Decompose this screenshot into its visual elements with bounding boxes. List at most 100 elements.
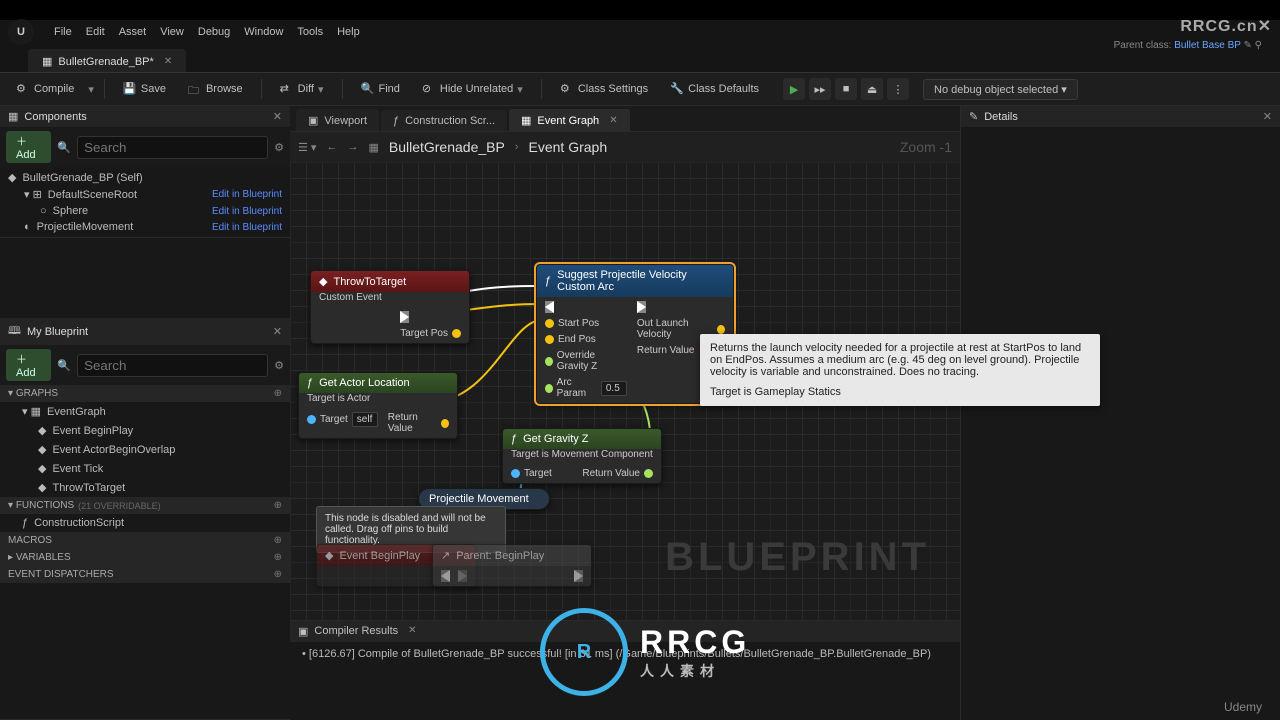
tab-viewport[interactable]: ▣ Viewport [296, 109, 379, 131]
menu-debug[interactable]: Debug [198, 26, 230, 38]
parent-class-label: Parent class: Bullet Base BP ✎ ⚲ [1114, 40, 1262, 51]
edit-in-blueprint-link[interactable]: Edit in Blueprint [212, 189, 282, 200]
parent-class-link[interactable]: Bullet Base BP [1174, 40, 1241, 51]
section-dispatchers[interactable]: EVENT DISPATCHERS⊕ [0, 566, 290, 583]
pin-start-pos[interactable]: Start Pos [545, 318, 627, 329]
edit-in-blueprint-link[interactable]: Edit in Blueprint [212, 206, 282, 217]
node-throw-to-target[interactable]: ◆ ThrowToTarget Custom Event Target Pos [310, 270, 470, 344]
search-icon: 🔍 [361, 82, 375, 96]
breadcrumb-root[interactable]: BulletGrenade_BP [389, 139, 505, 155]
pin-arc-param[interactable]: Arc Param [545, 377, 627, 399]
function-item[interactable]: ƒ ConstructionScript [0, 514, 290, 532]
compiler-icon: ▣ [298, 625, 308, 638]
close-icon[interactable]: ✕ [164, 56, 172, 67]
unreal-logo-icon: U [8, 19, 34, 45]
graph-item[interactable]: ◆ Event Tick [0, 459, 290, 478]
details-icon: ✎ [969, 110, 978, 123]
menu-tools[interactable]: Tools [297, 26, 323, 38]
play-options[interactable]: ⋮ [887, 78, 909, 100]
class-defaults-button[interactable]: 🔧Class Defaults [662, 78, 767, 100]
step-button[interactable]: ▸▸ [809, 78, 831, 100]
compile-dropdown[interactable] [88, 83, 94, 96]
gear-icon[interactable]: ⚙ [274, 359, 284, 372]
tab-construction[interactable]: ƒ Construction Scr... [381, 110, 507, 131]
nav-back[interactable]: ← [326, 141, 337, 153]
pin-exec-in[interactable] [545, 301, 627, 313]
menu-edit[interactable]: Edit [86, 26, 105, 38]
graph-item[interactable]: ◆ Event BeginPlay [0, 421, 290, 440]
eject-button[interactable]: ⏏ [861, 78, 883, 100]
node-parent-beginplay[interactable]: ↗ Parent: BeginPlay [432, 544, 592, 587]
pin-end-pos[interactable]: End Pos [545, 334, 627, 345]
pin-exec-out[interactable] [400, 311, 461, 323]
components-title: Components [24, 111, 86, 123]
nav-forward[interactable]: → [347, 141, 358, 153]
graph-item[interactable]: ◆ ThrowToTarget [0, 478, 290, 497]
section-variables[interactable]: ▸ VARIABLES⊕ [0, 549, 290, 566]
close-icon[interactable]: ✕ [1263, 110, 1272, 123]
my-blueprint-title: My Blueprint [27, 326, 88, 338]
component-row-self[interactable]: ◆BulletGrenade_BP (Self) [4, 169, 286, 186]
menu-view[interactable]: View [160, 26, 184, 38]
diff-button[interactable]: ⇄Diff [272, 78, 332, 100]
blueprint-icon: ▦ [42, 55, 52, 68]
gear-icon: ⚙ [560, 82, 574, 96]
close-icon[interactable]: ✕ [273, 325, 282, 338]
compile-button[interactable]: ⚙Compile [8, 78, 82, 100]
nav-menu[interactable]: ☰ ▾ [298, 141, 316, 154]
pin-target[interactable]: Target self [307, 412, 378, 427]
class-settings-button[interactable]: ⚙Class Settings [552, 78, 656, 100]
pin-override-gravity[interactable]: Override Gravity Z [545, 350, 627, 372]
close-icon[interactable]: ✕ [408, 625, 416, 638]
details-panel: ✎Details✕ [960, 106, 1280, 720]
edit-in-blueprint-link[interactable]: Edit in Blueprint [212, 222, 282, 233]
wrench-icon: 🔧 [670, 82, 684, 96]
close-icon[interactable]: ✕ [609, 115, 617, 126]
tab-event-graph[interactable]: ▦ Event Graph✕ [509, 109, 630, 131]
toolbar: ⚙Compile 💾Save 🗀Browse ⇄Diff 🔍Find ⊘Hide… [0, 72, 1280, 106]
blueprint-search-input[interactable] [77, 354, 268, 377]
gear-icon[interactable]: ⚙ [274, 141, 284, 154]
browse-button[interactable]: 🗀Browse [180, 78, 251, 100]
menu-file[interactable]: File [54, 26, 72, 38]
components-search-input[interactable] [77, 136, 268, 159]
add-blueprint-button[interactable]: ＋ Add [6, 349, 51, 381]
section-graphs[interactable]: ▾ GRAPHS⊕ [0, 385, 290, 402]
pin-return[interactable]: Return Value [582, 468, 653, 479]
close-icon[interactable]: ✕ [273, 110, 282, 123]
graph-icon: ▦ [368, 141, 378, 154]
graph-item[interactable]: ◆ Event ActorBeginOverlap [0, 440, 290, 459]
menu-asset[interactable]: Asset [119, 26, 147, 38]
component-row-root[interactable]: ▾ ⊞DefaultSceneRootEdit in Blueprint [4, 186, 286, 203]
play-button[interactable]: ▶ [783, 78, 805, 100]
hide-unrelated-button[interactable]: ⊘Hide Unrelated [414, 78, 531, 100]
stop-button[interactable]: ■ [835, 78, 857, 100]
folder-icon: 🗀 [188, 82, 202, 96]
graph-item-eventgraph[interactable]: ▾ ▦ EventGraph [0, 402, 290, 421]
component-row-sphere[interactable]: ○SphereEdit in Blueprint [4, 203, 286, 219]
blueprint-tab-label: BulletGrenade_BP* [58, 56, 153, 68]
pin-target-pos[interactable]: Target Pos [400, 328, 461, 339]
node-get-actor-location[interactable]: ƒ Get Actor Location Target is Actor Tar… [298, 372, 458, 439]
event-graph-canvas[interactable]: ◆ ThrowToTarget Custom Event Target Pos … [290, 162, 960, 620]
arc-param-input[interactable] [601, 381, 627, 396]
rrcg-watermark-logo: R RRCG 人人素材 [540, 608, 750, 696]
component-row-projectile[interactable]: ◐ProjectileMovementEdit in Blueprint [4, 219, 286, 235]
blueprint-tab[interactable]: ▦ BulletGrenade_BP* ✕ [28, 49, 186, 72]
menu-help[interactable]: Help [337, 26, 360, 38]
save-button[interactable]: 💾Save [115, 78, 174, 100]
section-functions[interactable]: ▾ FUNCTIONS(21 OVERRIDABLE)⊕ [0, 497, 290, 514]
debug-object-select[interactable]: No debug object selected ▾ [923, 79, 1078, 100]
find-button[interactable]: 🔍Find [353, 78, 408, 100]
breadcrumb-leaf[interactable]: Event Graph [529, 139, 608, 155]
pin-return[interactable]: Return Value [388, 412, 449, 434]
compiler-title: Compiler Results [314, 625, 398, 638]
section-macros[interactable]: MACROS⊕ [0, 532, 290, 549]
menu-window[interactable]: Window [244, 26, 283, 38]
components-icon: ▦ [8, 110, 18, 123]
pin-exec-out[interactable] [637, 301, 725, 313]
node-get-gravity-z[interactable]: ƒ Get Gravity Z Target is Movement Compo… [502, 428, 662, 484]
breadcrumb: ☰ ▾ ← → ▦ BulletGrenade_BP › Event Graph… [290, 132, 960, 162]
pin-target[interactable]: Target [511, 468, 552, 479]
add-component-button[interactable]: ＋ Add [6, 131, 51, 163]
